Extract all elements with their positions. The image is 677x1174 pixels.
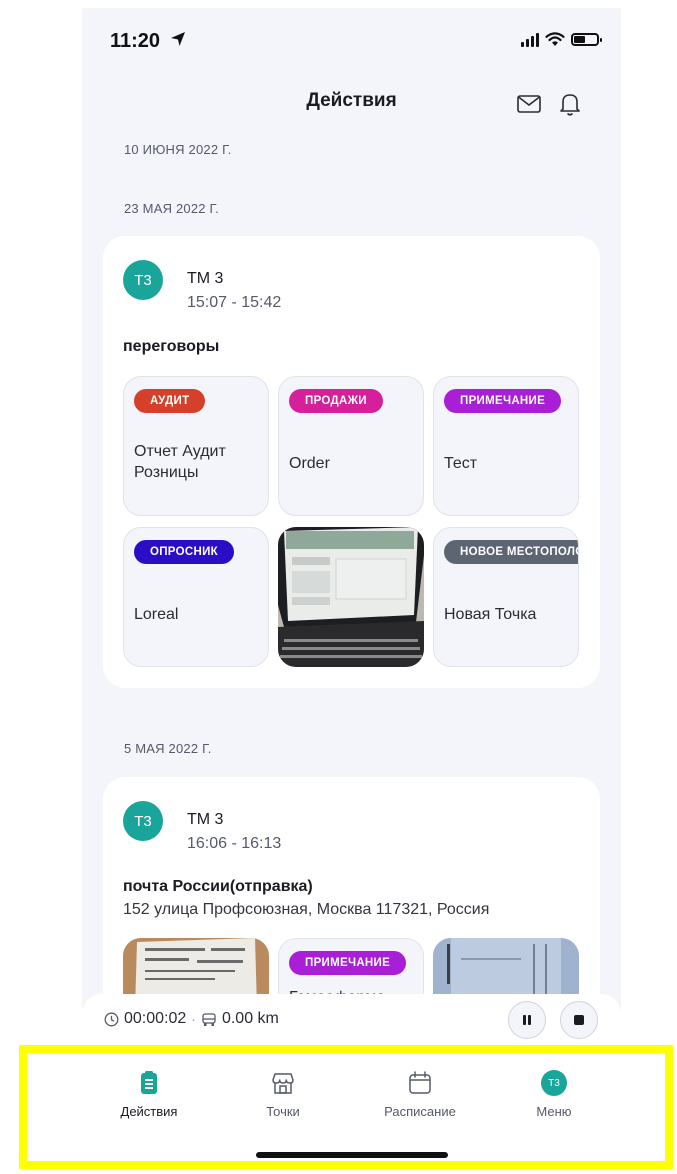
phone-screen: 11:20 Действия 10 ИЮНЯ 2022 Г. 23 МАЯ 20… bbox=[82, 8, 621, 1174]
shop-icon bbox=[272, 1073, 294, 1094]
tracking-info: 00:00:02 · 0.00 km bbox=[104, 1010, 279, 1028]
wifi-icon bbox=[545, 32, 565, 46]
status-time-text: 11:20 bbox=[110, 30, 161, 52]
bell-icon[interactable] bbox=[556, 90, 584, 118]
avatar: Т3 bbox=[123, 801, 163, 841]
mail-icon[interactable] bbox=[515, 90, 543, 118]
badge-note: ПРИМЕЧАНИЕ bbox=[289, 951, 407, 975]
task-tile-sales[interactable]: ПРОДАЖИ Order bbox=[278, 376, 424, 516]
tile-label: Loreal bbox=[134, 606, 179, 623]
tile-label: Новая Точка bbox=[444, 606, 537, 623]
task-tile-note[interactable]: ПРИМЕЧАНИЕ Тест bbox=[433, 376, 579, 516]
stop-icon bbox=[574, 1015, 584, 1025]
car-icon bbox=[202, 1012, 216, 1026]
tracking-duration: 00:00:02 bbox=[124, 1010, 187, 1027]
date-header: 23 МАЯ 2022 Г. bbox=[124, 201, 219, 216]
badge-note: ПРИМЕЧАНИЕ bbox=[444, 389, 562, 413]
clock-icon bbox=[104, 1012, 119, 1026]
tab-schedule[interactable]: Расписание bbox=[365, 1070, 475, 1119]
avatar: Т3 bbox=[123, 260, 163, 300]
tracking-distance: 0.00 km bbox=[221, 1010, 279, 1027]
clipboard-icon bbox=[141, 1071, 157, 1094]
status-bar: 11:20 bbox=[82, 8, 621, 78]
calendar-icon bbox=[409, 1071, 431, 1094]
avatar: Т3 bbox=[541, 1070, 567, 1096]
tab-label: Точки bbox=[266, 1104, 300, 1119]
home-indicator bbox=[256, 1152, 448, 1158]
task-tile-new-location[interactable]: НОВОЕ МЕСТОПОЛОЖЕНИЕ Новая Точка bbox=[433, 527, 579, 667]
task-tile-survey[interactable]: ОПРОСНИК Loreal bbox=[123, 527, 269, 667]
battery-icon bbox=[571, 33, 602, 46]
user-name: ТМ 3 bbox=[187, 811, 224, 828]
date-header: 10 ИЮНЯ 2022 Г. bbox=[124, 142, 232, 157]
tab-label: Расписание bbox=[384, 1104, 456, 1119]
status-time: 11:20 bbox=[110, 30, 186, 53]
tile-label: Отчет Аудит Розницы bbox=[134, 443, 226, 481]
activity-address: 152 улица Профсоюзная, Москва 117321, Ро… bbox=[123, 901, 490, 918]
tab-label: Меню bbox=[536, 1104, 572, 1119]
user-name: ТМ 3 bbox=[187, 270, 224, 287]
signal-icon bbox=[521, 32, 539, 47]
badge-survey: ОПРОСНИК bbox=[134, 540, 234, 564]
time-range: 15:07 - 15:42 bbox=[187, 294, 282, 311]
header: Действия bbox=[82, 78, 621, 128]
pause-button[interactable] bbox=[508, 1001, 546, 1039]
tab-label: Действия bbox=[120, 1104, 178, 1119]
time-range: 16:06 - 16:13 bbox=[187, 835, 282, 852]
tile-label: Тест bbox=[444, 455, 478, 472]
date-header: 5 МАЯ 2022 Г. bbox=[124, 741, 212, 756]
stop-button[interactable] bbox=[560, 1001, 598, 1039]
separator-dot: · bbox=[191, 1011, 196, 1027]
location-arrow-icon bbox=[170, 30, 186, 53]
activity-title: переговоры bbox=[123, 338, 220, 355]
laptop-photo[interactable] bbox=[278, 527, 424, 667]
tracking-panel: 00:00:02 · 0.00 km bbox=[82, 994, 621, 1048]
task-tile-audit[interactable]: АУДИТ Отчет Аудит Розницы bbox=[123, 376, 269, 516]
badge-sales: ПРОДАЖИ bbox=[289, 389, 383, 413]
tab-points[interactable]: Точки bbox=[228, 1070, 338, 1119]
tab-bar: Действия Точки Расписание Т3 Меню bbox=[82, 1048, 621, 1174]
tab-actions[interactable]: Действия bbox=[94, 1070, 204, 1119]
tab-menu[interactable]: Т3 Меню bbox=[499, 1070, 609, 1119]
badge-audit: АУДИТ bbox=[134, 389, 206, 413]
activity-card[interactable]: Т3 ТМ 3 15:07 - 15:42 переговоры АУДИТ О… bbox=[103, 236, 600, 688]
tile-label: Order bbox=[289, 455, 330, 472]
status-icons bbox=[521, 32, 602, 47]
pause-icon bbox=[523, 1015, 531, 1025]
activity-title: почта России(отправка) bbox=[123, 878, 313, 895]
badge-new-location: НОВОЕ МЕСТОПОЛОЖЕНИЕ bbox=[444, 540, 578, 564]
